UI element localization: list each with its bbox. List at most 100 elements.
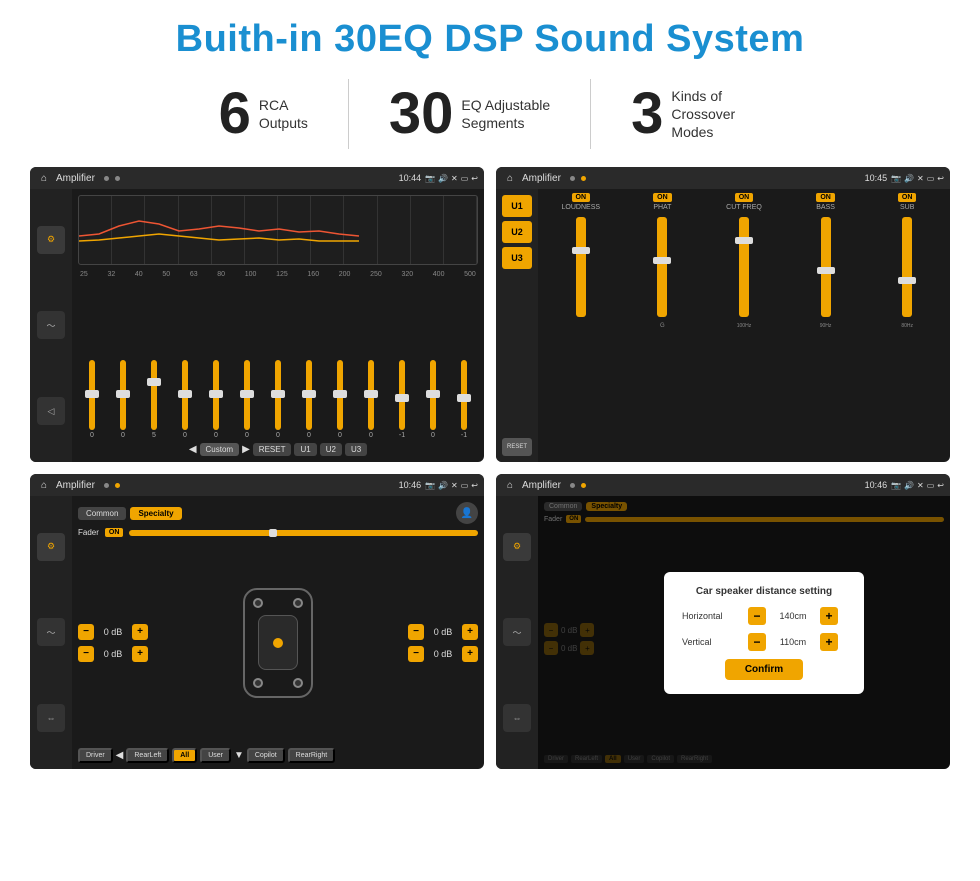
main-title: Buith-in 30EQ DSP Sound System [30,18,950,61]
screen3-title: Amplifier [56,480,95,491]
eq-slider-6[interactable]: 0 [264,360,292,439]
distance-modal: Car speaker distance setting Horizontal … [664,572,864,694]
screen1-time: 10:44 [399,173,422,183]
dist-icon-wave[interactable]: 〜 [503,618,531,646]
spk-vol-row-3: − 0 dB + [408,646,478,662]
eq-icon-filters[interactable]: ⚙ [37,226,65,254]
spk-fader-on: ON [105,528,124,537]
horizontal-label: Horizontal [682,611,742,621]
spk-val-3: 0 dB [428,649,458,659]
spk-vol-left: − 0 dB + − 0 dB + [78,541,148,744]
cutfreq-on: ON [735,193,754,202]
eq-slider-3[interactable]: 0 [171,360,199,439]
spk-tab-common[interactable]: Common [78,507,126,520]
loudness-on: ON [572,193,591,202]
cross-u1[interactable]: U1 [502,195,532,217]
eq-slider-11[interactable]: 0 [419,360,447,439]
home-icon-2[interactable]: ⌂ [502,170,518,186]
spk-all-btn[interactable]: All [172,748,197,763]
eq-icon-speaker[interactable]: ◁ [37,397,65,425]
home-icon[interactable]: ⌂ [36,170,52,186]
eq-slider-5[interactable]: 0 [233,360,261,439]
eq-slider-12[interactable]: -1 [450,360,478,439]
home-icon-4[interactable]: ⌂ [502,477,518,493]
screen4-topbar: ⌂ Amplifier 10:46 📷 🔊 ✕ ▭ ↩ [496,474,950,496]
dist-icon-arrows[interactable]: ⇔ [503,704,531,732]
eq-slider-10[interactable]: -1 [388,360,416,439]
spk-copilot-btn[interactable]: Copilot [247,748,285,763]
vertical-plus[interactable]: + [820,633,838,651]
eq-u3-btn[interactable]: U3 [345,443,367,456]
screen4-time: 10:46 [865,480,888,490]
rect-icon-4: ▭ [927,481,935,490]
eq-u2-btn[interactable]: U2 [320,443,342,456]
spk-rearleft-btn[interactable]: RearLeft [126,748,169,763]
eq-icon-wave[interactable]: 〜 [37,311,65,339]
speaker-br [293,678,303,688]
camera-icon: 📷 [425,174,435,183]
spk-rearright-btn[interactable]: RearRight [288,748,336,763]
eq-slider-0[interactable]: 0 [78,360,106,439]
spk-fader-bar[interactable] [129,530,478,536]
spk-right-arrow[interactable]: ▼ [234,750,244,761]
horizontal-plus[interactable]: + [820,607,838,625]
spk-icon-arrows[interactable]: ⇔ [37,704,65,732]
eq-slider-9[interactable]: 0 [357,360,385,439]
screen-crossover-card: ⌂ Amplifier 10:45 📷 🔊 ✕ ▭ ↩ U1 U2 U3 [496,167,950,462]
cross-u3[interactable]: U3 [502,247,532,269]
spk-fader-label: Fader [78,528,99,537]
vol-icon-4: 🔊 [904,481,914,490]
spk-plus-3[interactable]: + [462,646,478,662]
spk-vol-row-2: − 0 dB + [408,624,478,640]
spk-icon-filters[interactable]: ⚙ [37,533,65,561]
eq-u1-btn[interactable]: U1 [294,443,316,456]
screen2-dot2 [581,176,586,181]
screen3-dot1 [104,483,109,488]
eq-slider-7[interactable]: 0 [295,360,323,439]
vertical-val: 110cm [772,637,814,647]
cross-reset[interactable]: RESET [502,438,532,456]
eq-next-arrow[interactable]: ▶ [242,444,250,455]
screen2-time: 10:45 [865,173,888,183]
spk-plus-0[interactable]: + [132,624,148,640]
confirm-button[interactable]: Confirm [725,659,803,680]
screen2-title: Amplifier [522,173,561,184]
spk-user-btn[interactable]: User [200,748,231,763]
spk-diagram [154,541,402,744]
dist-main: Common Specialty Fader ON − [538,496,950,769]
x-icon: ✕ [451,174,458,183]
topbar-icons3: 📷 🔊 ✕ ▭ ↩ [425,481,478,490]
spk-tab-specialty[interactable]: Specialty [130,507,181,520]
eq-slider-8[interactable]: 0 [326,360,354,439]
spk-icon-wave[interactable]: 〜 [37,618,65,646]
spk-profile-icon[interactable]: 👤 [456,502,478,524]
eq-slider-2[interactable]: 5 [140,360,168,439]
vertical-minus[interactable]: − [748,633,766,651]
eq-reset-btn[interactable]: RESET [253,443,292,456]
spk-bottom-row: Driver ◀ RearLeft All User ▼ Copilot Rea… [78,748,478,763]
spk-left-arrow[interactable]: ◀ [116,750,124,761]
stat-crossover-number: 3 [631,85,663,143]
speaker-tl [253,598,263,608]
rect-icon: ▭ [461,174,469,183]
cross-u2[interactable]: U2 [502,221,532,243]
back-icon-3: ↩ [471,481,478,490]
vertical-row: Vertical − 110cm + [682,633,846,651]
eq-slider-4[interactable]: 0 [202,360,230,439]
horizontal-minus[interactable]: − [748,607,766,625]
spk-driver-btn[interactable]: Driver [78,748,113,763]
spk-minus-2[interactable]: − [408,624,424,640]
screen1-title: Amplifier [56,173,95,184]
eq-slider-1[interactable]: 0 [109,360,137,439]
spk-fader-row: Fader ON [78,528,478,537]
spk-plus-1[interactable]: + [132,646,148,662]
home-icon-3[interactable]: ⌂ [36,477,52,493]
spk-minus-3[interactable]: − [408,646,424,662]
dist-icon-filters[interactable]: ⚙ [503,533,531,561]
spk-minus-1[interactable]: − [78,646,94,662]
spk-plus-2[interactable]: + [462,624,478,640]
spk-minus-0[interactable]: − [78,624,94,640]
eq-custom-btn[interactable]: Custom [200,443,240,456]
eq-prev-arrow[interactable]: ◀ [189,444,197,455]
screenshots-grid: ⌂ Amplifier 10:44 📷 🔊 ✕ ▭ ↩ ⚙ 〜 ◁ [30,167,950,769]
